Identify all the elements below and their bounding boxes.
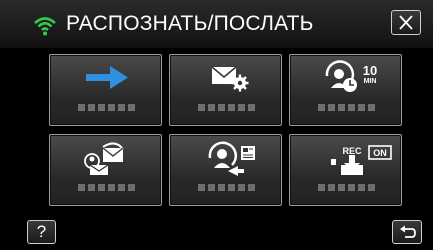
wifi-icon	[34, 17, 56, 36]
placeholder-dots	[170, 104, 283, 114]
person-send-photo-icon	[208, 141, 255, 176]
tile-send[interactable]	[49, 54, 162, 126]
page-title: РАСПОЗНАТЬ/ПОСЛАТЬ	[66, 12, 314, 35]
tile-send-photo[interactable]	[169, 134, 282, 206]
rec-on-icon: REC ON	[331, 145, 392, 175]
badge-on: ON	[373, 148, 387, 158]
badge-value: 10	[363, 63, 377, 78]
person-clock-10min-icon: 10 MIN	[325, 60, 377, 92]
header-bar: РАСПОЗНАТЬ/ПОСЛАТЬ	[0, 0, 433, 48]
tile-contact-mail[interactable]	[49, 134, 162, 206]
badge-unit: MIN	[364, 78, 377, 85]
placeholder-dots	[290, 104, 403, 114]
placeholder-dots	[170, 184, 283, 194]
close-icon	[399, 15, 413, 30]
back-icon	[400, 225, 416, 238]
mail-settings-icon	[211, 66, 249, 92]
tile-interval-10min[interactable]: 10 MIN	[289, 54, 402, 126]
placeholder-dots	[50, 184, 163, 194]
help-button[interactable]: ?	[27, 220, 56, 244]
close-button[interactable]	[391, 10, 421, 35]
tile-mail-settings[interactable]	[169, 54, 282, 126]
arrow-right-icon	[86, 66, 128, 89]
placeholder-dots	[290, 184, 403, 194]
placeholder-dots	[50, 104, 163, 114]
badge-rec: REC	[342, 146, 362, 156]
contact-mail-icon	[84, 142, 124, 175]
tile-rec-on[interactable]: REC ON	[289, 134, 402, 206]
back-button[interactable]	[392, 220, 422, 244]
